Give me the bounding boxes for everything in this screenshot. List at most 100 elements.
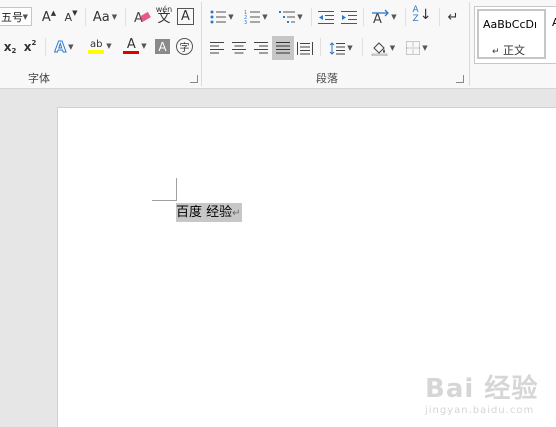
margin-corner-mark: [152, 200, 176, 201]
shrink-font-button[interactable]: A ▼: [62, 7, 80, 27]
superscript-icon: x: [23, 40, 32, 54]
eraser-icon: A: [134, 11, 151, 25]
font-color-icon: A: [126, 37, 136, 52]
arrow-down-icon: ↓: [419, 7, 432, 23]
divider: [45, 38, 46, 56]
multilevel-list-button[interactable]: ▼: [276, 7, 306, 27]
divider: [125, 8, 126, 26]
document-text[interactable]: 百度 经验: [176, 205, 232, 220]
char-shading-icon: A: [158, 39, 167, 54]
style-name-row: ↵ 正文: [492, 42, 525, 58]
align-right-icon: [254, 42, 268, 54]
superscript-button[interactable]: x2: [22, 37, 38, 57]
watermark-url: jingyan.baidu.com: [425, 405, 535, 416]
char-shading-button[interactable]: A: [155, 39, 170, 54]
paragraph-dialog-launcher-icon[interactable]: [456, 75, 464, 83]
multilevel-list-icon: [279, 11, 296, 23]
change-case-icon: Aa: [92, 9, 110, 25]
bullets-button[interactable]: ▼: [208, 7, 236, 27]
divider: [311, 8, 312, 26]
svg-text:A: A: [373, 12, 382, 25]
style-next-preview[interactable]: A: [552, 16, 556, 29]
caret-down-icon: ▼: [72, 9, 78, 17]
bullet-list-icon: [210, 10, 227, 24]
phonetic-guide-button[interactable]: wén 文: [154, 4, 174, 26]
grow-font-button[interactable]: A ▲: [40, 7, 58, 27]
borders-button[interactable]: ▼: [402, 38, 432, 58]
style-name: 正文: [503, 44, 526, 57]
sort-button[interactable]: A Z ↓: [410, 5, 434, 25]
svg-text:3: 3: [244, 20, 247, 24]
paragraph-mark-icon: ↵: [232, 208, 241, 219]
divider: [363, 8, 364, 26]
font-dialog-launcher-icon[interactable]: [190, 75, 198, 83]
justify-button[interactable]: [272, 36, 294, 60]
borders-icon: [406, 41, 421, 55]
distribute-icon: [297, 41, 313, 55]
watermark: Bai 经验 jingyan.baidu.com: [425, 368, 538, 416]
style-preview-text: AaBbCcDı: [483, 18, 538, 31]
indent-icon: [341, 11, 357, 24]
margin-corner-mark: [176, 178, 177, 201]
font-size-field[interactable]: 五号 ▼: [0, 7, 32, 26]
justify-icon: [276, 42, 290, 54]
paragraph-mark-icon: ↵: [492, 47, 500, 57]
change-case-button[interactable]: Aa ▼: [90, 7, 120, 27]
numbering-button[interactable]: 1 2 3 ▼: [242, 7, 270, 27]
chevron-down-icon: ▼: [389, 44, 396, 52]
text-effects-button[interactable]: A ▼: [50, 37, 78, 57]
caret-up-icon: ▲: [50, 9, 57, 17]
subscript-button[interactable]: x2: [2, 37, 18, 57]
align-center-icon: [232, 42, 246, 54]
font-size-value: 五号: [1, 11, 23, 24]
text-effects-icon: A: [54, 38, 67, 57]
chevron-down-icon: ▼: [141, 42, 147, 50]
chevron-down-icon: ▼: [422, 44, 428, 52]
distribute-button[interactable]: [296, 38, 314, 58]
chevron-down-icon: ▼: [347, 44, 353, 52]
clear-format-button[interactable]: A: [132, 7, 152, 27]
increase-indent-button[interactable]: [339, 7, 359, 27]
align-center-button[interactable]: [230, 38, 248, 58]
paragraph-mark-icon: ↵: [447, 9, 459, 25]
enclose-char-button[interactable]: 字: [176, 38, 193, 55]
shrink-font-icon: A: [64, 10, 73, 24]
divider: [405, 8, 406, 26]
paint-bucket-icon: [371, 41, 388, 56]
line-spacing-icon: [329, 41, 346, 55]
chevron-down-icon: ▼: [106, 42, 112, 50]
asian-layout-icon: A: [372, 9, 390, 25]
divider: [439, 8, 440, 26]
watermark-logo-text: Bai 经验: [425, 374, 539, 404]
line-spacing-button[interactable]: ▼: [326, 38, 356, 58]
align-left-button[interactable]: [208, 38, 226, 58]
align-right-button[interactable]: [252, 38, 270, 58]
highlight-color-swatch: [88, 49, 105, 54]
sort-icon: AZ: [412, 5, 419, 24]
char-border-button[interactable]: A: [177, 8, 194, 25]
selected-text[interactable]: 百度 经验↵: [176, 203, 242, 222]
grow-font-icon: A: [41, 9, 51, 25]
divider: [320, 38, 321, 56]
chevron-down-icon: ▼: [22, 13, 28, 21]
group-divider: [469, 2, 470, 86]
font-color-button[interactable]: A ▼: [120, 36, 150, 56]
divider: [85, 8, 86, 26]
decrease-indent-button[interactable]: [316, 7, 336, 27]
chevron-down-icon: ▼: [262, 13, 268, 21]
font-color-swatch: [123, 51, 140, 54]
char-border-icon: A: [181, 9, 190, 24]
chevron-down-icon: ▼: [228, 13, 234, 21]
highlight-button[interactable]: ab ▼: [84, 36, 116, 56]
shading-button[interactable]: ▼: [368, 38, 398, 58]
asian-layout-button[interactable]: A ▼: [368, 7, 400, 27]
show-marks-button[interactable]: ↵: [443, 7, 463, 27]
chevron-down-icon: ▼: [297, 13, 303, 21]
subscript-icon: x: [3, 40, 12, 54]
divider: [362, 38, 363, 56]
align-left-icon: [210, 42, 224, 54]
style-normal[interactable]: AaBbCcDı ↵ 正文: [477, 9, 546, 59]
phonetic-guide-icon: 文: [157, 11, 171, 26]
numbered-list-icon: 123: [244, 10, 261, 24]
highlighter-icon: ab: [90, 38, 103, 50]
